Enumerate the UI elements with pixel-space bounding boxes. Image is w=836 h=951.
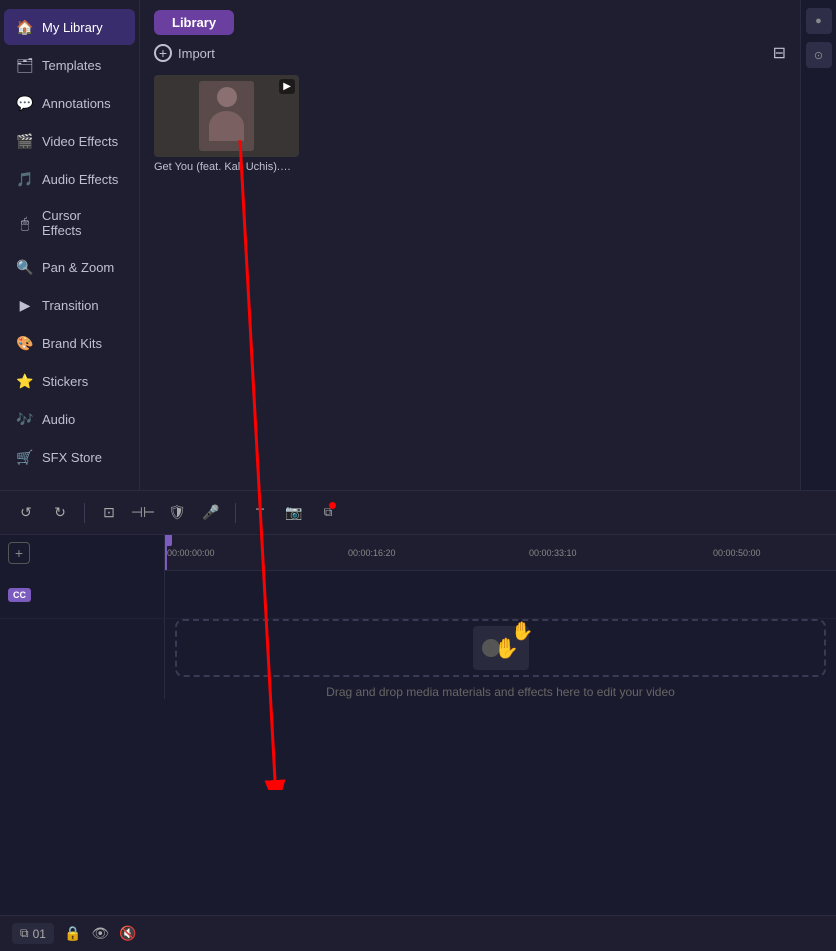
track-label: CC (0, 571, 165, 618)
sidebar-item-label: Pan & Zoom (42, 260, 114, 275)
mute-button[interactable]: 🔇 (119, 925, 136, 942)
layer-count-badge[interactable]: ⧉ 01 (12, 923, 54, 944)
drop-zone-placeholder: ✋ (175, 619, 826, 677)
library-tab[interactable]: Library (154, 10, 234, 35)
cc-track-row: CC (0, 571, 836, 619)
right-panel: ● ⊙ (800, 0, 836, 490)
playhead (165, 535, 167, 570)
sidebar-item-label: Stickers (42, 374, 88, 389)
library-toolbar: + Import ⊟ (140, 35, 800, 71)
audio-effects-icon: 🎵 (16, 170, 34, 188)
sidebar: 🏠 My Library 🗂 Templates 💬 Annotations 🎬… (0, 0, 140, 490)
layer-count: 01 (33, 927, 46, 941)
sidebar-item-label: Cursor Effects (42, 208, 123, 238)
sidebar-item-annotations[interactable]: 💬 Annotations (4, 85, 135, 121)
toggle-button[interactable]: ● (806, 8, 832, 34)
timeline-track-area: + 00:00:00:00 00:00:16:20 00:00:33:10 00… (0, 535, 836, 915)
media-grid: ▶ Get You (feat. Kali Uchis).mp4 (140, 71, 800, 177)
transition-icon: ▶ (16, 296, 34, 314)
media-thumb-image (154, 75, 299, 157)
eye-button[interactable]: 👁 (91, 925, 109, 942)
sidebar-item-label: Audio (42, 412, 75, 427)
drop-zone-content[interactable]: ✋ Drag and drop media materials and effe… (165, 619, 836, 699)
cursor-effects-icon: 🖱 (16, 214, 34, 232)
add-track-button[interactable]: + (8, 542, 30, 564)
cc-badge: CC (8, 588, 31, 602)
sidebar-item-pan-zoom[interactable]: 🔍 Pan & Zoom (4, 249, 135, 285)
placeholder-media-icon: ✋ (473, 626, 529, 670)
sidebar-item-my-library[interactable]: 🏠 My Library (4, 9, 135, 45)
ruler-mark-1: 00:00:16:20 (348, 548, 396, 558)
hand-icon: ✋ (494, 636, 519, 661)
audio-icon: 🎶 (16, 410, 34, 428)
split-button[interactable]: ⊣⊢ (129, 499, 157, 527)
sidebar-item-label: Templates (42, 58, 101, 73)
home-icon: 🏠 (16, 18, 34, 36)
import-button[interactable]: + Import (154, 44, 215, 62)
shield-button[interactable]: 🛡 (163, 499, 191, 527)
timeline-toolbar: ↺ ↻ ⊡ ⊣⊢ 🛡 🎤 T 📷 ⧉ (0, 491, 836, 535)
ruler-mark-2: 00:00:33:10 (529, 548, 577, 558)
toolbar-separator-2 (235, 503, 236, 523)
track-content[interactable] (165, 571, 836, 618)
sidebar-item-label: Video Effects (42, 134, 118, 149)
media-filename: Get You (feat. Kali Uchis).mp4 (154, 161, 299, 173)
filter-icon[interactable]: ⊟ (773, 43, 786, 63)
ruler-mark-3: 00:00:50:00 (713, 548, 761, 558)
drop-zone-row: ✋ Drag and drop media materials and effe… (0, 619, 836, 699)
sidebar-item-sfx-store[interactable]: 🛒 SFX Store (4, 439, 135, 475)
sfx-store-icon: 🛒 (16, 448, 34, 466)
mic-button[interactable]: 🎤 (197, 499, 225, 527)
sidebar-item-label: SFX Store (42, 450, 102, 465)
sidebar-item-audio[interactable]: 🎶 Audio (4, 401, 135, 437)
sidebar-item-audio-effects[interactable]: 🎵 Audio Effects (4, 161, 135, 197)
ruler-mark-0: 00:00:00:00 (167, 548, 215, 558)
sidebar-item-templates[interactable]: 🗂 Templates (4, 47, 135, 83)
sidebar-item-label: Brand Kits (42, 336, 102, 351)
drop-hint-text: Drag and drop media materials and effect… (326, 685, 675, 699)
sidebar-item-video-effects[interactable]: 🎬 Video Effects (4, 123, 135, 159)
sidebar-item-label: Audio Effects (42, 172, 118, 187)
playhead-head (165, 535, 172, 546)
undo-button[interactable]: ↺ (12, 499, 40, 527)
drop-zone-label-area (0, 619, 165, 699)
video-effects-icon: 🎬 (16, 132, 34, 150)
settings-panel-btn[interactable]: ⊙ (806, 42, 832, 68)
layers-button[interactable]: ⧉ (314, 499, 342, 527)
crop-button[interactable]: ⊡ (95, 499, 123, 527)
media-item[interactable]: ▶ Get You (feat. Kali Uchis).mp4 (154, 75, 299, 173)
templates-icon: 🗂 (16, 56, 34, 74)
sidebar-item-stickers[interactable]: ⭐ Stickers (4, 363, 135, 399)
timeline-section: ↺ ↻ ⊡ ⊣⊢ 🛡 🎤 T 📷 ⧉ (0, 490, 836, 951)
bottom-status-bar: ⧉ 01 🔒 👁 🔇 (0, 915, 836, 951)
sidebar-item-label: Transition (42, 298, 99, 313)
pan-zoom-icon: 🔍 (16, 258, 34, 276)
sidebar-item-transition[interactable]: ▶ Transition (4, 287, 135, 323)
library-tab-bar: Library (140, 0, 800, 35)
media-type-badge: ▶ (279, 79, 295, 94)
camera-button[interactable]: 📷 (280, 499, 308, 527)
sidebar-item-label: My Library (42, 20, 103, 35)
import-plus-icon: + (154, 44, 172, 62)
sidebar-item-cursor-effects[interactable]: 🖱 Cursor Effects (4, 199, 135, 247)
lock-button[interactable]: 🔒 (64, 925, 81, 942)
text-button[interactable]: T (246, 499, 274, 527)
sidebar-item-label: Annotations (42, 96, 111, 111)
brand-icon: 🎨 (16, 334, 34, 352)
toolbar-separator-1 (84, 503, 85, 523)
sidebar-item-brand-kits[interactable]: 🎨 Brand Kits (4, 325, 135, 361)
redo-button[interactable]: ↻ (46, 499, 74, 527)
media-thumbnail: ▶ (154, 75, 299, 157)
annotations-icon: 💬 (16, 94, 34, 112)
stickers-icon: ⭐ (16, 372, 34, 390)
library-panel: Library + Import ⊟ (140, 0, 800, 490)
